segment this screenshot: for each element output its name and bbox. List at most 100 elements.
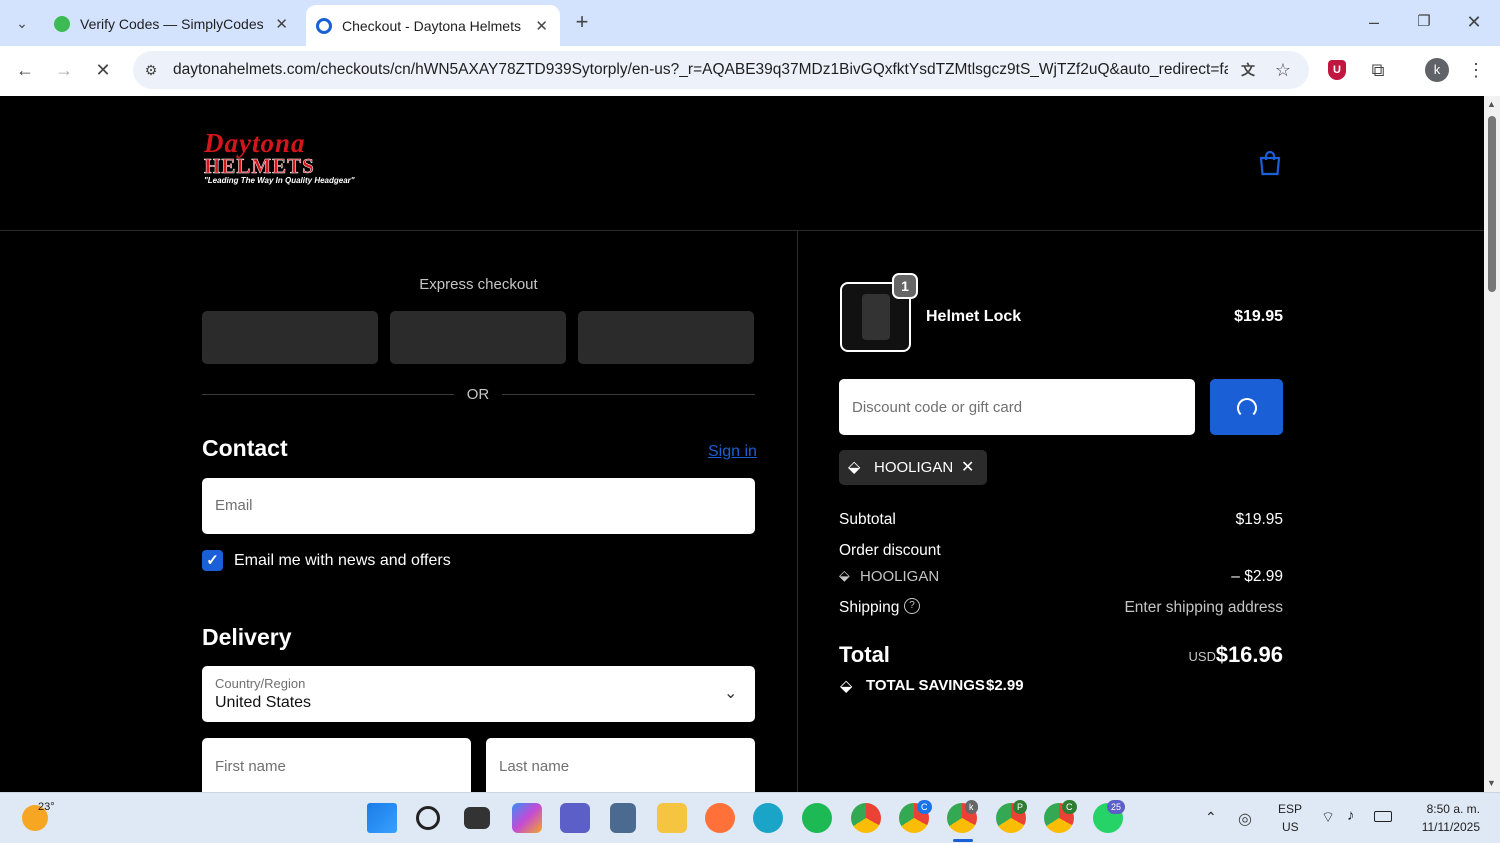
profile-badge: k xyxy=(965,800,978,814)
tab-verify-codes[interactable]: Verify Codes — SimplyCodes ✕ xyxy=(46,5,300,42)
clock-date[interactable]: 11/11/2025 xyxy=(1400,820,1480,834)
or-divider-left xyxy=(202,394,454,395)
tab-strip: ⌄ Verify Codes — SimplyCodes ✕ Checkout … xyxy=(0,0,1500,46)
tray-app-icon[interactable]: ◎ xyxy=(1238,809,1252,829)
show-hidden-icons-icon[interactable]: ⌃ xyxy=(1205,809,1217,826)
clock-time[interactable]: 8:50 a. m. xyxy=(1400,802,1480,816)
newsletter-label: Email me with news and offers xyxy=(234,552,451,569)
column-divider xyxy=(797,230,798,792)
total-savings-label: TOTAL SAVINGS xyxy=(866,677,985,694)
product-price: $19.95 xyxy=(1234,308,1283,325)
simplycodes-favicon-icon xyxy=(54,15,70,32)
product-name: Helmet Lock xyxy=(926,308,1022,325)
firefox-icon[interactable] xyxy=(705,803,735,833)
order-discount-value: – $2.99 xyxy=(1231,568,1283,585)
language-indicator[interactable]: ESP xyxy=(1278,802,1302,816)
back-icon[interactable]: ← xyxy=(13,58,37,82)
sign-in-link[interactable]: Sign in xyxy=(708,443,757,461)
translate-icon[interactable]: 文 xyxy=(1236,58,1260,82)
teams-icon[interactable] xyxy=(560,803,590,833)
country-label: Country/Region xyxy=(215,676,306,691)
quantity-badge: 1 xyxy=(892,273,918,299)
spotify-icon[interactable] xyxy=(802,803,832,833)
file-explorer-icon[interactable] xyxy=(657,803,687,833)
forward-icon[interactable]: → xyxy=(52,58,76,82)
site-info-icon[interactable]: ⚙ xyxy=(139,58,163,82)
chevron-down-icon: ⌄ xyxy=(724,685,738,702)
tag-icon: ⬙ xyxy=(848,459,861,476)
search-icon[interactable] xyxy=(416,806,440,830)
express-pay-button-2[interactable] xyxy=(390,311,566,364)
edge-icon[interactable] xyxy=(753,803,783,833)
stop-loading-icon[interactable]: ✕ xyxy=(91,58,115,82)
total-label: Total xyxy=(839,642,890,667)
apply-discount-button[interactable] xyxy=(1210,379,1283,435)
profile-badge: C xyxy=(1062,800,1077,814)
scrollbar-thumb[interactable] xyxy=(1488,116,1496,292)
newsletter-checkbox[interactable]: ✓ xyxy=(202,550,223,571)
express-pay-button-1[interactable] xyxy=(202,311,378,364)
order-discount-label: Order discount xyxy=(839,542,941,559)
address-bar[interactable]: ⚙ daytonahelmets.com/checkouts/cn/hWN5AX… xyxy=(133,51,1309,89)
wifi-icon[interactable]: ⌔ xyxy=(1321,808,1335,827)
windows-taskbar: 23° C k P C 25 ⌃ ◎ ESP US ⌔ ♪ 8:50 a. m.… xyxy=(0,792,1500,843)
last-name-field[interactable]: Last name xyxy=(486,738,755,792)
scroll-down-icon[interactable]: ▼ xyxy=(1487,778,1496,788)
savings-tag-icon: ⬙ xyxy=(840,678,853,695)
daytona-logo[interactable]: Daytona HELMETS "Leading The Way In Qual… xyxy=(204,130,364,190)
close-tab-icon[interactable]: ✕ xyxy=(275,15,288,33)
ublock-extension-icon[interactable]: U xyxy=(1328,60,1346,80)
contact-heading: Contact xyxy=(202,435,288,461)
battery-icon[interactable] xyxy=(1374,811,1392,822)
windows-start-icon[interactable] xyxy=(367,803,397,833)
calculator-icon[interactable] xyxy=(610,803,636,833)
restore-window-icon[interactable]: ❐ xyxy=(1412,10,1436,34)
country-select[interactable]: Country/Region United States ⌄ xyxy=(202,666,755,722)
tab-search-chevron-icon[interactable]: ⌄ xyxy=(10,11,34,35)
extensions-puzzle-icon[interactable]: ⧉ xyxy=(1366,58,1390,82)
url-text[interactable]: daytonahelmets.com/checkouts/cn/hWN5AXAY… xyxy=(173,61,1228,79)
profile-avatar[interactable]: k xyxy=(1425,58,1449,82)
country-value: United States xyxy=(215,694,312,711)
volume-icon[interactable]: ♪ xyxy=(1347,807,1355,824)
browser-menu-icon[interactable]: ⋮ xyxy=(1464,58,1488,82)
express-pay-button-3[interactable] xyxy=(578,311,754,364)
or-label: OR xyxy=(466,386,490,403)
express-checkout-title: Express checkout xyxy=(419,276,538,293)
shopping-bag-icon[interactable] xyxy=(1258,150,1282,176)
header-divider xyxy=(0,230,1484,231)
new-tab-icon[interactable]: + xyxy=(570,10,594,34)
subtotal-value: $19.95 xyxy=(1235,511,1283,528)
loading-favicon-icon xyxy=(316,17,332,34)
bookmark-star-icon[interactable]: ☆ xyxy=(1271,58,1295,82)
email-field[interactable]: Email xyxy=(202,478,755,534)
active-app-indicator xyxy=(953,839,973,842)
loading-spinner-icon xyxy=(1237,398,1257,418)
discount-code-input[interactable]: Discount code or gift card xyxy=(839,379,1195,435)
applied-code: HOOLIGAN xyxy=(874,459,954,476)
copilot-icon[interactable] xyxy=(512,803,542,833)
order-discount-code: HOOLIGAN xyxy=(860,568,940,585)
close-tab-icon[interactable]: ✕ xyxy=(535,17,548,35)
or-divider-right xyxy=(502,394,755,395)
first-name-field[interactable]: First name xyxy=(202,738,471,792)
remove-discount-icon[interactable]: ✕ xyxy=(961,457,974,477)
shipping-label: Shipping xyxy=(839,599,900,616)
chrome-icon[interactable] xyxy=(851,803,881,833)
weather-temp: 23° xyxy=(38,801,55,813)
task-view-icon[interactable] xyxy=(464,807,490,829)
checkout-page: Daytona HELMETS "Leading The Way In Qual… xyxy=(0,96,1484,792)
close-window-icon[interactable]: ✕ xyxy=(1462,10,1486,34)
scroll-up-icon[interactable]: ▲ xyxy=(1487,99,1496,109)
keyboard-layout[interactable]: US xyxy=(1282,820,1299,834)
page-scrollbar[interactable]: ▲ ▼ xyxy=(1484,96,1500,792)
minimize-icon[interactable]: – xyxy=(1362,10,1386,34)
tab-checkout[interactable]: Checkout - Daytona Helmets ✕ xyxy=(306,5,560,46)
tab-label: Verify Codes — SimplyCodes xyxy=(80,15,264,32)
browser-toolbar: ← → ✕ ⚙ daytonahelmets.com/checkouts/cn/… xyxy=(0,46,1500,96)
applied-discount-tag: ⬙ HOOLIGAN ✕ xyxy=(839,450,987,485)
shipping-help-icon[interactable]: ? xyxy=(904,598,920,614)
subtotal-label: Subtotal xyxy=(839,511,896,528)
total-savings-value: $2.99 xyxy=(986,677,1024,694)
discount-tag-icon: ⬙ xyxy=(839,567,850,583)
